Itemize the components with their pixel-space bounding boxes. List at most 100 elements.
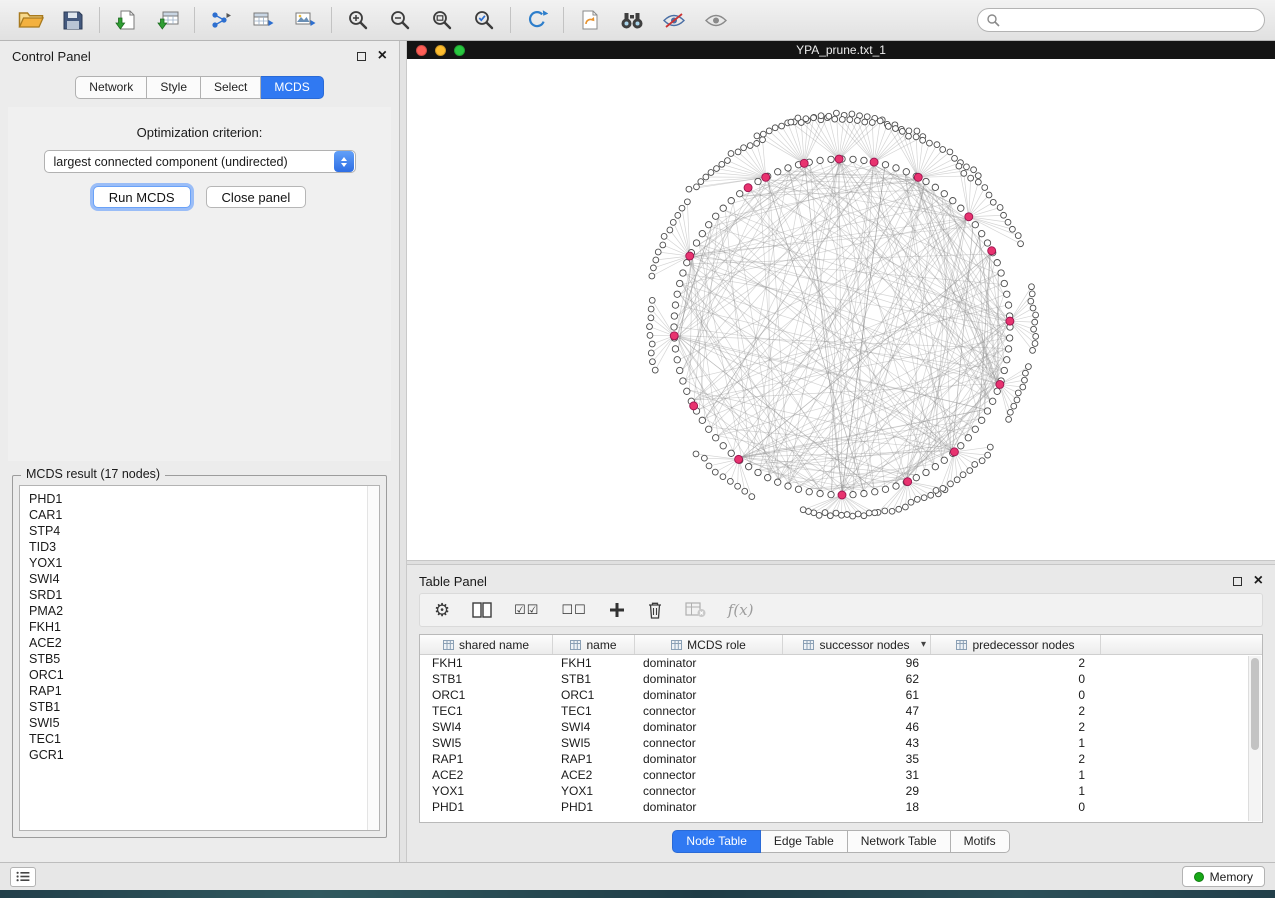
tab-style[interactable]: Style	[147, 76, 201, 99]
cell-name[interactable]: STB1	[553, 672, 635, 686]
table-row[interactable]: TEC1TEC1connector472	[420, 703, 1262, 719]
mcds-node-item[interactable]: ACE2	[29, 635, 365, 651]
table-row[interactable]: FKH1FKH1dominator962	[420, 655, 1262, 671]
cell-predecessor-nodes[interactable]: 0	[931, 800, 1101, 814]
cell-shared-name[interactable]: SWI5	[420, 736, 553, 750]
vertical-splitter[interactable]	[400, 41, 407, 862]
cell-predecessor-nodes[interactable]: 2	[931, 704, 1101, 718]
cell-name[interactable]: PHD1	[553, 800, 635, 814]
close-table-panel-icon[interactable]: ×	[1254, 575, 1263, 587]
cell-shared-name[interactable]: STB1	[420, 672, 553, 686]
table-settings-button[interactable]: ⚙	[434, 601, 450, 619]
open-session-button[interactable]	[10, 4, 52, 36]
show-columns-button[interactable]	[472, 602, 492, 618]
table-row[interactable]: ORC1ORC1dominator610	[420, 687, 1262, 703]
save-session-button[interactable]	[52, 4, 94, 36]
search-input[interactable]	[1005, 12, 1256, 28]
column-header-successor-nodes[interactable]: successor nodes▾	[783, 635, 931, 654]
cell-predecessor-nodes[interactable]: 2	[931, 656, 1101, 670]
column-header-predecessor-nodes[interactable]: predecessor nodes	[931, 635, 1101, 654]
table-scrollbar[interactable]	[1248, 656, 1261, 821]
mcds-node-item[interactable]: PHD1	[29, 491, 365, 507]
cell-successor-nodes[interactable]: 31	[783, 768, 931, 782]
cell-successor-nodes[interactable]: 47	[783, 704, 931, 718]
network-graph[interactable]	[407, 59, 1275, 560]
export-image-button[interactable]	[284, 4, 326, 36]
column-header-shared-name[interactable]: shared name	[420, 635, 553, 654]
cell-mcds-role[interactable]: dominator	[635, 720, 783, 734]
cell-mcds-role[interactable]: connector	[635, 704, 783, 718]
cell-predecessor-nodes[interactable]: 2	[931, 752, 1101, 766]
tab-network-table[interactable]: Network Table	[848, 830, 951, 853]
mcds-node-item[interactable]: RAP1	[29, 683, 365, 699]
zoom-out-button[interactable]	[379, 4, 421, 36]
mcds-node-item[interactable]: PMA2	[29, 603, 365, 619]
zoom-fit-button[interactable]	[421, 4, 463, 36]
table-scrollbar-thumb[interactable]	[1251, 658, 1259, 750]
network-canvas[interactable]	[407, 59, 1275, 560]
cell-mcds-role[interactable]: connector	[635, 768, 783, 782]
cell-predecessor-nodes[interactable]: 0	[931, 672, 1101, 686]
export-network-button[interactable]	[200, 4, 242, 36]
mcds-node-item[interactable]: STB5	[29, 651, 365, 667]
column-header-name[interactable]: name	[553, 635, 635, 654]
table-row[interactable]: YOX1YOX1connector291	[420, 783, 1262, 799]
cell-shared-name[interactable]: PHD1	[420, 800, 553, 814]
delete-column-button[interactable]	[647, 601, 663, 619]
cell-shared-name[interactable]: ORC1	[420, 688, 553, 702]
mcds-node-item[interactable]: CAR1	[29, 507, 365, 523]
cell-name[interactable]: RAP1	[553, 752, 635, 766]
close-panel-button[interactable]: Close panel	[206, 186, 307, 208]
mcds-node-item[interactable]: TID3	[29, 539, 365, 555]
window-close-traffic-light[interactable]	[416, 45, 427, 56]
cell-shared-name[interactable]: FKH1	[420, 656, 553, 670]
table-row[interactable]: SWI5SWI5connector431	[420, 735, 1262, 751]
table-row[interactable]: ACE2ACE2connector311	[420, 767, 1262, 783]
hide-selected-button[interactable]	[653, 4, 695, 36]
window-minimize-traffic-light[interactable]	[435, 45, 446, 56]
cell-successor-nodes[interactable]: 61	[783, 688, 931, 702]
mcds-node-item[interactable]: SWI5	[29, 715, 365, 731]
table-row[interactable]: RAP1RAP1dominator352	[420, 751, 1262, 767]
column-header-mcds-role[interactable]: MCDS role	[635, 635, 783, 654]
cell-name[interactable]: SWI4	[553, 720, 635, 734]
mcds-node-item[interactable]: YOX1	[29, 555, 365, 571]
cell-shared-name[interactable]: RAP1	[420, 752, 553, 766]
cell-predecessor-nodes[interactable]: 1	[931, 736, 1101, 750]
cell-mcds-role[interactable]: dominator	[635, 752, 783, 766]
mcds-node-item[interactable]: FKH1	[29, 619, 365, 635]
cell-successor-nodes[interactable]: 62	[783, 672, 931, 686]
cell-name[interactable]: FKH1	[553, 656, 635, 670]
zoom-in-button[interactable]	[337, 4, 379, 36]
memory-button[interactable]: Memory	[1182, 866, 1265, 887]
tab-select[interactable]: Select	[201, 76, 261, 99]
add-column-button[interactable]	[609, 602, 625, 618]
export-document-button[interactable]	[569, 4, 611, 36]
cell-predecessor-nodes[interactable]: 1	[931, 768, 1101, 782]
zoom-selected-button[interactable]	[463, 4, 505, 36]
delete-table-button[interactable]	[685, 602, 706, 618]
float-table-panel-icon[interactable]	[1233, 577, 1242, 586]
cell-successor-nodes[interactable]: 29	[783, 784, 931, 798]
export-table-button[interactable]	[242, 4, 284, 36]
function-builder-button[interactable]: f(x)	[728, 601, 754, 619]
mcds-node-item[interactable]: TEC1	[29, 731, 365, 747]
table-row[interactable]: STB1STB1dominator620	[420, 671, 1262, 687]
cell-mcds-role[interactable]: dominator	[635, 688, 783, 702]
table-row[interactable]: SWI4SWI4dominator462	[420, 719, 1262, 735]
cell-shared-name[interactable]: ACE2	[420, 768, 553, 782]
cell-predecessor-nodes[interactable]: 0	[931, 688, 1101, 702]
criterion-dropdown[interactable]: largest connected component (undirected)	[44, 150, 356, 173]
mcds-node-item[interactable]: ORC1	[29, 667, 365, 683]
column-sort-caret[interactable]: ▾	[921, 639, 926, 650]
mcds-result-list[interactable]: PHD1CAR1STP4TID3YOX1SWI4SRD1PMA2FKH1ACE2…	[19, 485, 380, 831]
cell-mcds-role[interactable]: connector	[635, 736, 783, 750]
panel-menu-button[interactable]	[10, 867, 36, 887]
cell-shared-name[interactable]: SWI4	[420, 720, 553, 734]
mcds-node-item[interactable]: GCR1	[29, 747, 365, 763]
network-window-titlebar[interactable]: YPA_prune.txt_1	[407, 41, 1275, 59]
find-network-button[interactable]	[611, 4, 653, 36]
cell-mcds-role[interactable]: dominator	[635, 672, 783, 686]
select-all-button[interactable]: ☑☑	[514, 602, 539, 618]
show-all-button[interactable]	[695, 4, 737, 36]
